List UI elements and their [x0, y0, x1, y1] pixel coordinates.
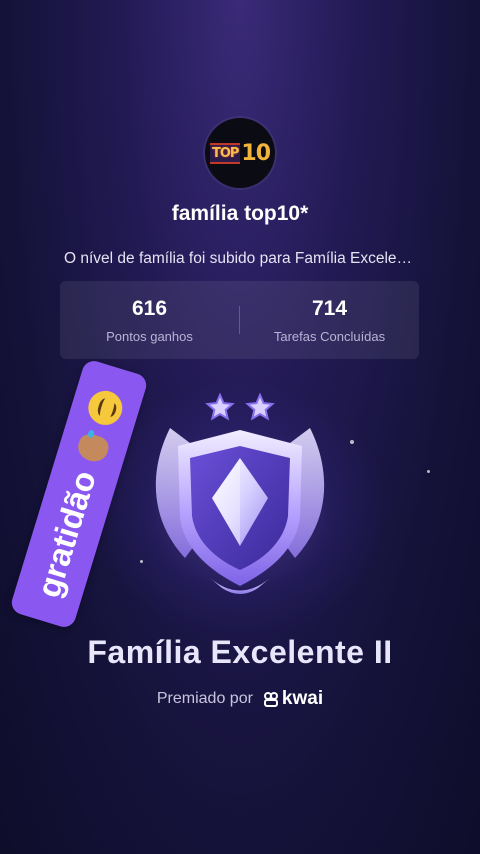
praying-hands-icon [74, 431, 112, 465]
sticker-content: gratidão [9, 358, 149, 630]
logo-text-small: TOP [209, 142, 241, 164]
kwai-logo-icon [263, 692, 278, 707]
family-logo: TOP 10 [209, 140, 271, 166]
stat-points-value: 616 [131, 296, 168, 320]
level-up-message: O nível de família foi subido para Famíl… [64, 250, 416, 267]
stat-tasks-label: Tarefas Concluídas [273, 328, 386, 344]
stats-panel: 616 Pontos ganhos 714 Tarefas Concluídas [60, 281, 419, 359]
awarded-by: Premiado por kwai [0, 688, 480, 710]
star-icon [205, 392, 235, 421]
logo-text-big: 10 [241, 140, 271, 166]
family-name: família top10* [171, 202, 309, 225]
kwai-brand[interactable]: kwai [263, 688, 323, 710]
sparkle [427, 470, 430, 473]
award-title: Família Excelente II [87, 634, 393, 670]
award-badge [130, 388, 350, 608]
stat-tasks: 714 Tarefas Concluídas [240, 297, 419, 344]
stat-tasks-value: 714 [311, 296, 348, 320]
kwai-brand-text: kwai [281, 688, 324, 709]
family-avatar[interactable]: TOP 10 [205, 118, 275, 188]
stat-points: 616 Pontos ganhos [60, 297, 239, 344]
awarded-by-label: Premiado por [156, 690, 253, 707]
stat-points-label: Pontos ganhos [106, 328, 193, 344]
smiling-face-icon [84, 386, 127, 430]
shield-badge-icon [155, 392, 325, 594]
star-icon [245, 392, 275, 421]
sparkle [350, 440, 354, 444]
sticker-text: gratidão [29, 466, 103, 602]
gratitude-sticker[interactable]: gratidão [8, 358, 150, 630]
